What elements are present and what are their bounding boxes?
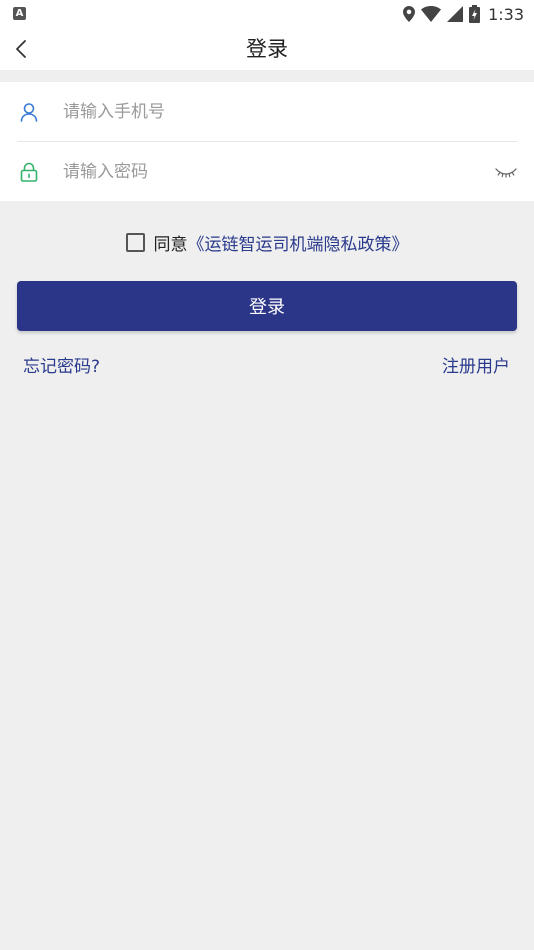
agree-label: 同意 (153, 234, 188, 255)
signal-icon (447, 6, 464, 22)
password-row (17, 142, 517, 201)
app-bar: 登录 (0, 28, 534, 70)
notification-a-icon: A (13, 7, 26, 20)
location-icon (403, 6, 416, 22)
login-button[interactable]: 登录 (17, 281, 517, 331)
password-input[interactable] (63, 156, 495, 187)
phone-row (17, 82, 517, 142)
forgot-password-link[interactable]: 忘记密码? (23, 354, 100, 380)
register-link[interactable]: 注册用户 (442, 354, 510, 380)
agreement-row: 同意 《运链智运司机端隐私政策》 (0, 229, 534, 255)
login-form (0, 82, 534, 201)
battery-icon (469, 5, 481, 23)
eye-closed-icon[interactable] (495, 161, 517, 183)
agreement-checkbox[interactable] (125, 232, 145, 252)
page-title: 登录 (246, 37, 288, 61)
wifi-icon (421, 6, 442, 22)
lock-icon (18, 161, 40, 183)
status-bar: A 1:33 (0, 0, 534, 28)
user-icon (18, 101, 40, 123)
status-icons: 1:33 (403, 4, 524, 24)
phone-input[interactable] (63, 96, 517, 127)
status-time: 1:33 (488, 4, 524, 24)
privacy-policy-link[interactable]: 《运链智运司机端隐私政策》 (188, 230, 409, 255)
